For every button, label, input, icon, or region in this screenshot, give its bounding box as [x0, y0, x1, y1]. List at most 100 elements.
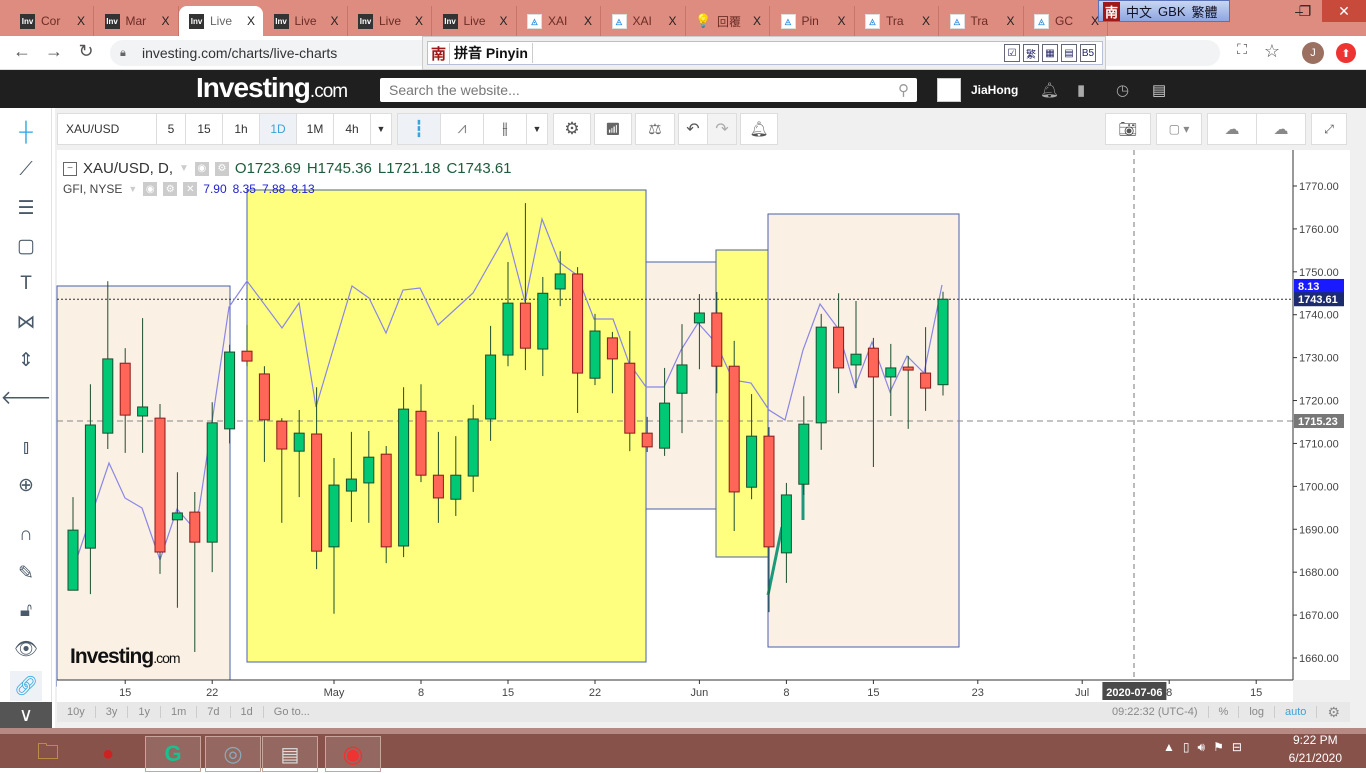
price-tick-label: 1660.00	[1299, 653, 1339, 665]
time-tick-label: 15	[119, 687, 131, 699]
rectangle-drawing	[246, 189, 647, 663]
candle-down	[119, 362, 131, 416]
network-icon[interactable]: ⊟	[1232, 740, 1242, 755]
legend-close: C1743.61	[446, 160, 512, 177]
series-settings-icon[interactable]: ⚙	[214, 161, 229, 176]
tray-expand-icon[interactable]: ▲	[1163, 740, 1175, 755]
chrome-icon[interactable]: ◉	[325, 736, 381, 772]
candle-up	[293, 432, 305, 452]
compare-symbol[interactable]: GFI, NYSE	[63, 182, 122, 196]
candle-up	[815, 326, 827, 424]
chromium-icon[interactable]: ◎	[205, 736, 261, 772]
candle-up	[780, 494, 792, 554]
legend-open: O1723.69	[234, 160, 301, 177]
candle-down	[902, 366, 914, 371]
range-7d[interactable]: 7d	[197, 706, 231, 718]
tray-flag-icon[interactable]: ⚑	[1213, 740, 1224, 755]
time-tick-label: 22	[589, 687, 601, 699]
range-10y[interactable]: 10y	[57, 706, 96, 718]
candle-down	[867, 347, 879, 378]
time-tick-label: 15	[502, 687, 514, 699]
rectangle-drawing	[767, 213, 960, 648]
crosshair-date-label: 2020-07-06	[1106, 687, 1162, 699]
candle-up	[450, 474, 462, 500]
range-1y[interactable]: 1y	[128, 706, 161, 718]
candle-up	[850, 353, 862, 366]
collapse-legend-icon[interactable]: −	[63, 161, 77, 176]
price-tick-label: 1750.00	[1299, 267, 1339, 279]
auto-toggle[interactable]: auto	[1275, 706, 1318, 718]
compare-hide-icon[interactable]: ◉	[143, 182, 158, 196]
legend-dropdown-icon[interactable]: ▼	[179, 163, 189, 174]
candle-down	[711, 312, 723, 367]
candle-up	[398, 408, 410, 547]
range-1d[interactable]: 1d	[231, 706, 264, 718]
candle-up	[84, 424, 96, 549]
range-1m[interactable]: 1m	[161, 706, 198, 718]
percent-toggle[interactable]: %	[1209, 706, 1240, 718]
candle-down	[432, 474, 444, 499]
candle-up	[937, 298, 949, 386]
bottom-settings-icon[interactable]: ⚙	[1317, 704, 1350, 721]
watermark-text: Investing	[70, 645, 154, 668]
candle-up	[137, 406, 149, 417]
price-tick-label: 1700.00	[1299, 481, 1339, 493]
file-explorer-icon[interactable]: 🗀	[20, 736, 76, 772]
compare-value: 8.13	[291, 182, 315, 196]
ime-app-icon[interactable]: ●	[80, 736, 136, 772]
candle-up	[885, 367, 897, 378]
price-axis: 1660.00 1670.00 1680.00 1690.00 1700.00 1710.…	[1292, 150, 1350, 680]
candle-up	[502, 302, 514, 356]
candle-up	[363, 456, 375, 484]
candle-up	[537, 292, 549, 350]
candle-up	[554, 273, 566, 290]
candle-down	[606, 337, 618, 360]
time-tick-label: May	[324, 687, 345, 699]
price-label: 1715.23	[1298, 416, 1338, 428]
tray-device-icon[interactable]: ▯	[1183, 740, 1190, 755]
notepad-icon[interactable]: ▤	[262, 736, 318, 772]
candle-down	[154, 417, 166, 553]
compare-value: 8.35	[232, 182, 256, 196]
clock-date: 6/21/2020	[1288, 751, 1342, 765]
candle-down	[241, 350, 253, 362]
range-3y[interactable]: 3y	[96, 706, 129, 718]
log-toggle[interactable]: log	[1239, 706, 1276, 718]
candle-down	[572, 273, 584, 374]
candle-down	[641, 432, 653, 448]
rectangle-drawing	[56, 285, 231, 687]
legend-high: H1745.36	[306, 160, 372, 177]
candle-down	[624, 362, 636, 434]
compare-value: 7.88	[261, 182, 286, 196]
candle-down	[833, 326, 845, 369]
goto-date[interactable]: Go to...	[264, 706, 320, 718]
hide-series-icon[interactable]: ◉	[194, 161, 209, 176]
candle-down	[311, 433, 323, 552]
taskbar-clock[interactable]: 9:22 PM 6/21/2020	[1289, 731, 1342, 767]
clock-time: 9:22 PM	[1292, 733, 1338, 747]
time-tick-label: 8	[783, 687, 789, 699]
candle-up	[467, 418, 479, 477]
compare-remove-icon[interactable]: ✕	[183, 182, 198, 196]
price-tick-label: 1690.00	[1299, 524, 1339, 536]
compare-settings-icon[interactable]: ⚙	[163, 182, 178, 196]
candle-up	[67, 529, 79, 591]
grammarly-icon[interactable]: G	[145, 736, 201, 772]
time-tick-label: 15	[1250, 687, 1262, 699]
candle-up	[746, 435, 758, 488]
price-tick-label: 1720.00	[1299, 396, 1339, 408]
candle-up	[171, 512, 183, 521]
time-tick-label: 22	[206, 687, 218, 699]
system-tray: ▲ ▯ 🔊︎ ⚑ ⊟	[1163, 740, 1242, 755]
compare-value: 7.90	[203, 182, 227, 196]
compare-dropdown-icon[interactable]: ▼	[128, 184, 137, 194]
rectangle-drawing	[715, 249, 769, 558]
candle-up	[798, 423, 810, 485]
price-label: 8.13	[1298, 281, 1319, 293]
ohlc-legend: − XAU/USD, D, ▼ ◉ ⚙ O1723.69 H1745.36 L17…	[63, 160, 512, 177]
price-chart[interactable]: 1660.00 1670.00 1680.00 1690.00 1700.00 1710.…	[0, 0, 1366, 768]
volume-icon[interactable]: 🔊︎	[1198, 740, 1206, 755]
legend-symbol[interactable]: XAU/USD, D,	[83, 160, 173, 177]
windows-taskbar: 🗀 ● G ◎ ▤ ◉	[0, 728, 1366, 772]
price-tick-label: 1770.00	[1299, 181, 1339, 193]
